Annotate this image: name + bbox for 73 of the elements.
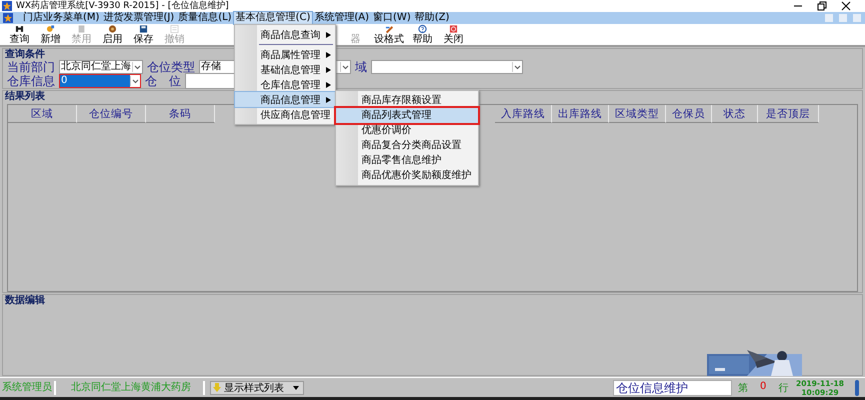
field-label: 仓位类型 xyxy=(147,60,195,74)
submenu-arrow-icon xyxy=(326,32,331,38)
field-label: 当前部门 xyxy=(7,60,55,74)
menu-item[interactable]: 商品优惠价奖励额度维护 xyxy=(336,168,478,183)
column-header[interactable]: 入库路线 xyxy=(495,105,552,123)
toolbar-button[interactable]: 新增 xyxy=(35,24,66,45)
dropdown-arrow-icon xyxy=(340,62,350,72)
style-selector[interactable]: 显示样式列表 xyxy=(210,380,304,394)
add-icon xyxy=(45,24,56,34)
app-icon xyxy=(2,1,12,11)
toolbar-button[interactable]: 设格式 xyxy=(371,24,407,45)
dropdown-arrow-icon xyxy=(512,62,522,72)
menu-item[interactable]: 基础信息管理 xyxy=(234,62,335,77)
menu-item[interactable]: 仓库信息管理 xyxy=(234,77,335,92)
arrow-down-icon xyxy=(213,383,221,392)
toolbar-button[interactable]: 保存 xyxy=(128,24,159,45)
user-name: 系统管理员 xyxy=(0,380,56,394)
menu-item[interactable]: 质量信息(L) xyxy=(176,12,234,24)
window-title: WX药店管理系统[V-3930 R-2015] - [仓位信息维护] xyxy=(16,0,229,12)
dropdown-arrow-icon xyxy=(130,76,140,86)
column-header[interactable]: 区域类型 xyxy=(609,105,666,123)
submenu-arrow-icon xyxy=(326,52,331,58)
column-header[interactable]: 条码 xyxy=(146,105,215,123)
scrollbar[interactable] xyxy=(855,380,859,396)
dropdown-field[interactable]: 北京同仁堂上海 xyxy=(59,60,143,74)
document-icon xyxy=(169,24,180,34)
dropdown-field[interactable]: 0 xyxy=(59,74,141,88)
document-icon xyxy=(76,24,87,34)
toolbar-button[interactable]: 关闭 xyxy=(438,24,469,45)
menu-item[interactable]: 门店业务菜单(M) xyxy=(21,12,102,24)
pencil-icon xyxy=(384,24,394,34)
menu-item[interactable]: 商品信息查询 xyxy=(234,27,335,42)
menu-item[interactable]: 供应商信息管理 xyxy=(234,107,335,122)
app-icon xyxy=(3,13,13,23)
column-header[interactable]: 状态 xyxy=(712,105,758,123)
menu-item[interactable]: 优惠价调价 xyxy=(336,123,478,138)
save-icon xyxy=(138,24,149,34)
menu-item[interactable]: 帮助(Z) xyxy=(412,12,452,24)
toolbar-button[interactable]: 启用 xyxy=(97,24,128,45)
menu-item[interactable]: 商品属性管理 xyxy=(234,47,335,62)
store-name: 北京同仁堂上海黄浦大药房 xyxy=(59,380,205,394)
row-label: 第 xyxy=(738,382,748,394)
menu-item[interactable]: 商品零售信息维护 xyxy=(336,153,478,168)
section-title: 查询条件 xyxy=(4,50,45,60)
form-name-field: 仓位信息维护 xyxy=(613,380,732,396)
menu-item[interactable]: 商品信息管理 xyxy=(234,92,335,107)
field-label: 仓库信息 xyxy=(7,74,55,88)
row-count: 0 xyxy=(760,380,766,394)
menu-item[interactable]: 商品复合分类商品设置 xyxy=(336,138,478,153)
submenu-arrow-icon xyxy=(326,66,331,72)
column-header[interactable]: 仓位编号 xyxy=(77,105,146,123)
menu-item[interactable]: 商品列表式管理 xyxy=(336,108,478,123)
submenu-arrow-icon xyxy=(326,82,331,88)
menu-item[interactable]: 基本信息管理(C) xyxy=(234,12,312,24)
toolbar-button[interactable]: 帮助 xyxy=(407,24,438,45)
menu-item[interactable]: 进货发票管理(J) xyxy=(101,12,176,24)
field-label: 仓 位 xyxy=(145,74,181,88)
field-label: 域 xyxy=(355,60,367,74)
column-header[interactable]: 出库路线 xyxy=(552,105,609,123)
menu-item[interactable]: 系统管理(A) xyxy=(312,12,372,24)
submenu-arrow-icon xyxy=(326,96,331,102)
column-header[interactable]: 区域 xyxy=(8,105,77,123)
row-label: 行 xyxy=(778,382,788,394)
help-icon xyxy=(417,24,428,34)
column-header[interactable]: 仓保员 xyxy=(666,105,712,123)
menu-item[interactable]: 商品库存限额设置 xyxy=(336,93,478,108)
column-header[interactable]: 是否顶层 xyxy=(758,105,819,123)
section-title: 结果列表 xyxy=(4,92,45,102)
section-title: 数据编辑 xyxy=(4,296,45,306)
menu-item[interactable]: 窗口(W) xyxy=(371,12,413,24)
toolbar-button[interactable]: 查询 xyxy=(4,24,35,45)
dropdown-arrow-icon xyxy=(132,62,142,72)
dropdown-field[interactable] xyxy=(371,60,523,74)
